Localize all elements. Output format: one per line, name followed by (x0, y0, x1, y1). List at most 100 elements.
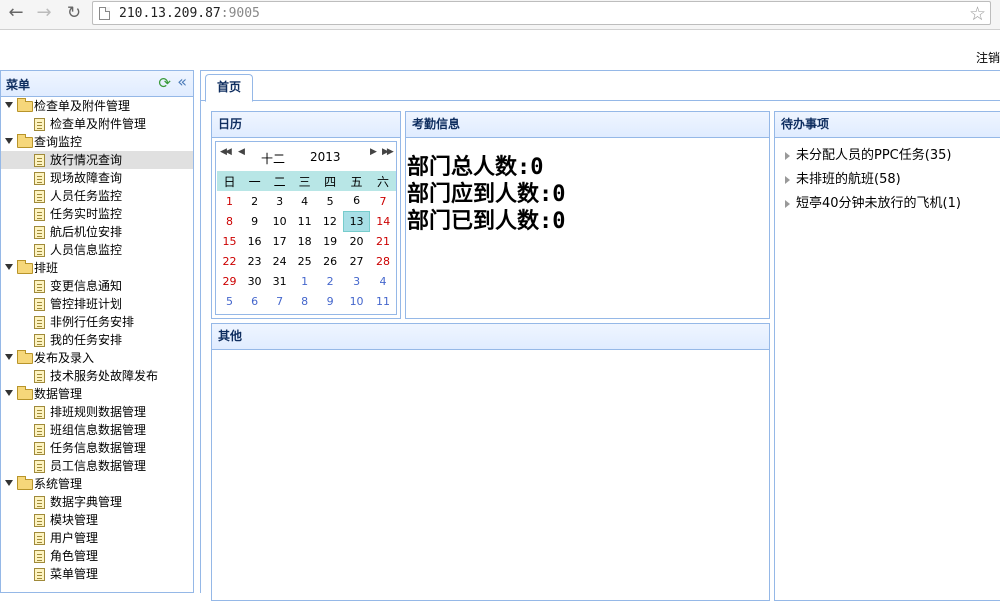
calendar-day[interactable]: 31 (267, 271, 292, 291)
calendar-day[interactable]: 19 (317, 231, 343, 251)
calendar-day[interactable]: 10 (267, 211, 292, 231)
calendar-day[interactable]: 3 (343, 271, 370, 291)
calendar-day[interactable]: 16 (242, 231, 267, 251)
refresh-icon[interactable]: ⟳ (158, 75, 171, 91)
calendar-day[interactable]: 7 (267, 291, 292, 311)
logout-link[interactable]: 注销 (976, 49, 1000, 66)
menu-item[interactable]: 任务实时监控 (1, 205, 193, 223)
calendar-day[interactable]: 11 (370, 291, 396, 311)
menu-item[interactable]: 班组信息数据管理 (1, 421, 193, 439)
menu-item[interactable]: 技术服务处故障发布 (1, 367, 193, 385)
menu-item-label: 检查单及附件管理 (50, 117, 147, 131)
calendar-day[interactable]: 10 (343, 291, 370, 311)
dept-expected-count: 部门应到人数:0 (407, 182, 566, 207)
tab-home[interactable]: 首页 (205, 74, 253, 102)
calendar-day[interactable]: 5 (217, 291, 242, 311)
calendar-day[interactable]: 22 (217, 251, 242, 271)
calendar-day[interactable]: 24 (267, 251, 292, 271)
calendar-year[interactable]: 2013 (310, 150, 341, 164)
prev-year-icon[interactable]: ◀◀ (220, 147, 232, 157)
calendar-day[interactable]: 13 (342, 210, 371, 232)
menu-group-5[interactable]: 系统管理 (1, 475, 193, 493)
menu-item[interactable]: 数据字典管理 (1, 493, 193, 511)
calendar-day[interactable]: 4 (292, 191, 317, 211)
file-icon (34, 118, 45, 131)
url-text[interactable]: 210.13.209.87:9005 (119, 6, 260, 21)
todo-item[interactable]: 未分配人员的PPC任务(35) (775, 144, 1000, 168)
calendar-day[interactable]: 9 (242, 211, 267, 231)
menu-item[interactable]: 变更信息通知 (1, 277, 193, 295)
menu-group-2[interactable]: 排班 (1, 259, 193, 277)
calendar-day[interactable]: 6 (242, 291, 267, 311)
calendar-day[interactable]: 4 (370, 271, 396, 291)
expand-arrow-icon[interactable] (5, 138, 13, 144)
calendar-day[interactable]: 23 (242, 251, 267, 271)
address-bar[interactable]: 210.13.209.87:9005 ☆ (92, 1, 991, 25)
menu-item[interactable]: 人员任务监控 (1, 187, 193, 205)
calendar-day[interactable]: 8 (217, 211, 242, 231)
calendar-day[interactable]: 30 (242, 271, 267, 291)
calendar-day[interactable]: 15 (217, 231, 242, 251)
menu-item[interactable]: 用户管理 (1, 529, 193, 547)
prev-month-icon[interactable]: ◀ (238, 147, 245, 157)
todo-item[interactable]: 短亭40分钟未放行的飞机(1) (775, 192, 1000, 216)
next-month-icon[interactable]: ▶ (370, 147, 377, 157)
menu-item[interactable]: 排班规则数据管理 (1, 403, 193, 421)
calendar-day[interactable]: 12 (317, 211, 343, 231)
calendar-day[interactable]: 7 (370, 191, 396, 211)
expand-arrow-icon[interactable] (5, 390, 13, 396)
menu-item[interactable]: 角色管理 (1, 547, 193, 565)
calendar-day[interactable]: 26 (317, 251, 343, 271)
menu-item-label: 班组信息数据管理 (50, 423, 147, 437)
calendar-month[interactable]: 十二 (261, 150, 285, 167)
calendar-day[interactable]: 11 (292, 211, 317, 231)
menu-item[interactable]: 非例行任务安排 (1, 313, 193, 331)
calendar-day[interactable]: 8 (292, 291, 317, 311)
menu-group-1[interactable]: 查询监控 (1, 133, 193, 151)
calendar-day[interactable]: 2 (317, 271, 343, 291)
menu-item[interactable]: 人员信息监控 (1, 241, 193, 259)
calendar-day[interactable]: 5 (317, 191, 343, 211)
menu-item[interactable]: 航后机位安排 (1, 223, 193, 241)
calendar-day[interactable]: 1 (292, 271, 317, 291)
menu-group-3[interactable]: 发布及录入 (1, 349, 193, 367)
expand-arrow-icon[interactable] (5, 480, 13, 486)
calendar-day[interactable]: 18 (292, 231, 317, 251)
expand-arrow-icon[interactable] (5, 354, 13, 360)
reload-icon[interactable]: ↻ (62, 2, 86, 24)
calendar-panel: 日历 ◀◀ ◀ 十二 2013 ▶ ▶▶ 日一二三四五六 1 2 3 4 5 6 7 8 9 10… (211, 111, 401, 319)
calendar-day[interactable]: 25 (292, 251, 317, 271)
bookmark-star-icon[interactable]: ☆ (969, 3, 986, 25)
menu-item[interactable]: 模块管理 (1, 511, 193, 529)
calendar-day[interactable]: 17 (267, 231, 292, 251)
menu-item[interactable]: 现场故障查询 (1, 169, 193, 187)
calendar-day[interactable]: 2 (242, 191, 267, 211)
calendar-day[interactable]: 3 (267, 191, 292, 211)
menu-item[interactable]: 菜单管理 (1, 565, 193, 583)
calendar-day[interactable]: 29 (217, 271, 242, 291)
menu-item[interactable]: 检查单及附件管理 (1, 115, 193, 133)
calendar-day[interactable]: 20 (343, 231, 370, 251)
calendar-day[interactable]: 14 (370, 211, 396, 231)
forward-arrow-icon[interactable]: → (32, 2, 56, 24)
expand-arrow-icon[interactable] (5, 102, 13, 108)
menu-item[interactable]: 放行情况查询 (1, 151, 193, 169)
next-year-icon[interactable]: ▶▶ (382, 147, 394, 157)
menu-item[interactable]: 任务信息数据管理 (1, 439, 193, 457)
back-arrow-icon[interactable]: ← (4, 2, 28, 24)
menu-item[interactable]: 员工信息数据管理 (1, 457, 193, 475)
menu-group-4[interactable]: 数据管理 (1, 385, 193, 403)
calendar-day[interactable]: 28 (370, 251, 396, 271)
calendar-day[interactable]: 6 (343, 191, 370, 211)
menu-item[interactable]: 我的任务安排 (1, 331, 193, 349)
menu-group-label: 查询监控 (34, 135, 83, 149)
collapse-left-icon[interactable]: « (177, 73, 187, 91)
calendar-day[interactable]: 1 (217, 191, 242, 211)
expand-arrow-icon[interactable] (5, 264, 13, 270)
calendar-day[interactable]: 9 (317, 291, 343, 311)
menu-group-0[interactable]: 检查单及附件管理 (1, 97, 193, 115)
menu-item[interactable]: 管控排班计划 (1, 295, 193, 313)
calendar-day[interactable]: 21 (370, 231, 396, 251)
todo-item[interactable]: 未排班的航班(58) (775, 168, 1000, 192)
calendar-day[interactable]: 27 (343, 251, 370, 271)
